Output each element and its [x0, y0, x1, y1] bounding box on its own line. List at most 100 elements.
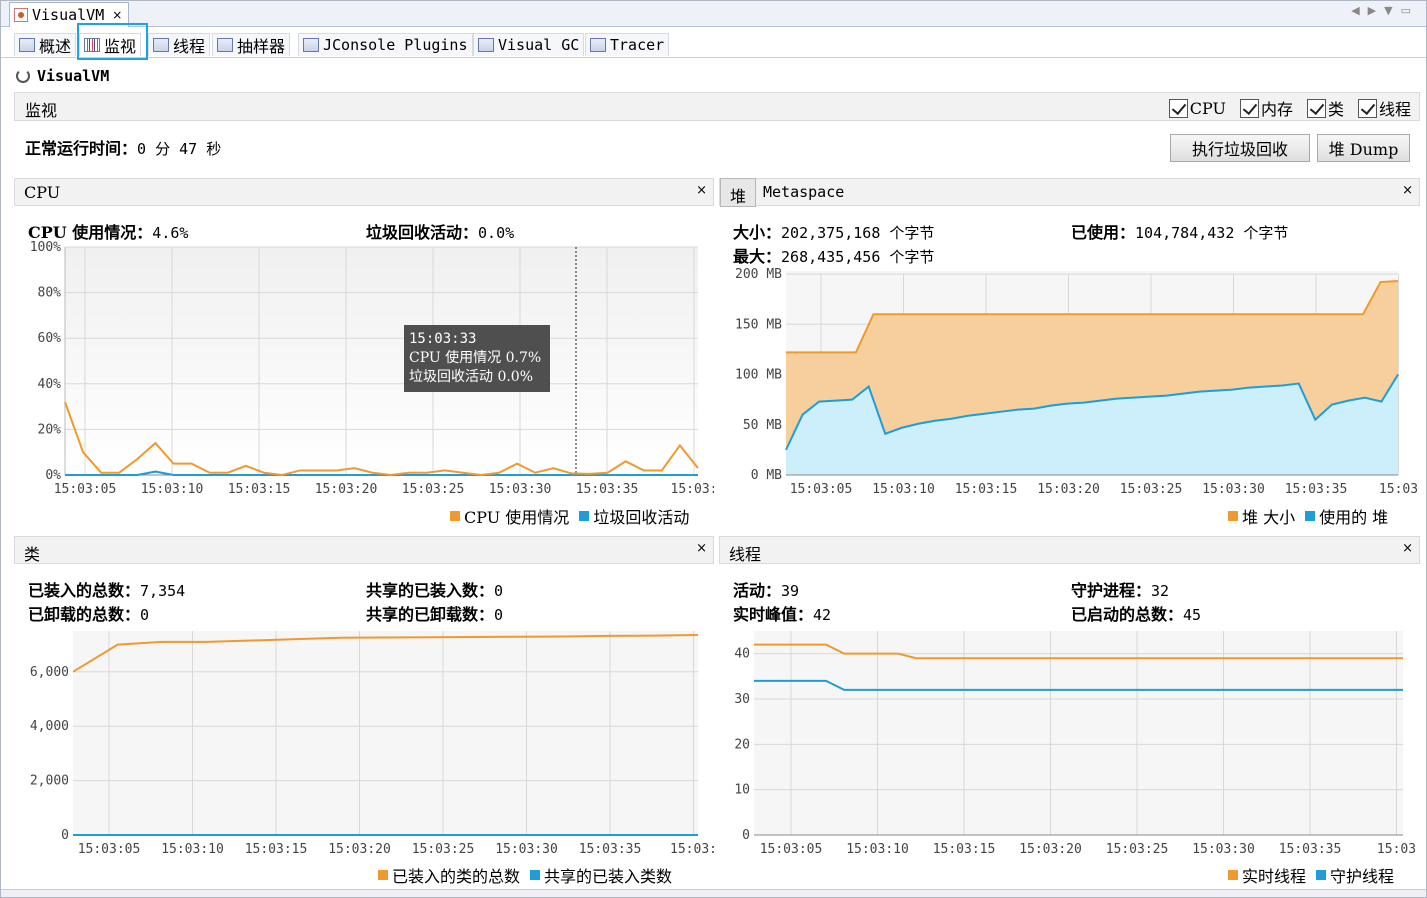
checkbox-cpu[interactable]: CPU	[1168, 96, 1226, 120]
cpu-x-tick-labels: 15:03:05 15:03:10 15:03:15 15:03:20 15:03:25…	[54, 482, 714, 497]
y-tick-label: 0	[61, 828, 69, 843]
tooltip-cpu-line: CPU 使用情况 0.7%	[409, 350, 542, 366]
classes-shared-unloaded-stat: 共享的已卸载数：0	[366, 601, 503, 625]
cpu-y-tick-labels: 0% 20% 40% 60% 80% 100%	[30, 240, 61, 483]
x-tick-label: 15:03:05	[790, 482, 853, 497]
y-tick-label: 100 MB	[735, 368, 782, 383]
x-tick-label: 15:03:20	[328, 842, 391, 857]
sampler-icon	[217, 38, 233, 52]
checkmark-icon	[1239, 98, 1259, 118]
stat-value: 42	[813, 606, 832, 624]
stat-label: 大小：	[733, 223, 782, 242]
heap-legend: 堆 大小 使用的 堆	[1218, 504, 1388, 528]
threads-started-stat: 已启动的总数：45	[1071, 601, 1201, 625]
cpu-tooltip: 15:03:33 CPU 使用情况 0.7% 垃圾回收活动 0.0%	[404, 325, 550, 392]
checkmark-icon	[1357, 98, 1377, 118]
heap-used-stat: 已使用：104,784,432 个字节	[1071, 219, 1288, 243]
x-tick-label: 15:03:20	[1019, 842, 1082, 857]
perform-gc-button[interactable]: 执行垃圾回收	[1170, 134, 1310, 162]
legend-swatch	[450, 511, 460, 521]
tooltip-time: 15:03:33	[409, 331, 477, 347]
checkbox-memory[interactable]: 内存	[1239, 96, 1293, 120]
threads-chart: 010203040 15:03:05 15:03:10 15:03:15 15:03:…	[734, 631, 1416, 857]
heap-tab[interactable]: 堆	[720, 178, 756, 207]
classes-x-tick-labels: 15:03:05 15:03:10 15:03:15 15:03:20 15:03:25…	[78, 842, 714, 857]
x-tick-label: 15:03:35	[1285, 482, 1348, 497]
monitor-header-bar: 监视 CPU 内存 类 线程	[14, 92, 1420, 121]
x-tick-label: 15:03:05	[54, 482, 117, 497]
tab-jconsole-plugins[interactable]: JConsole Plugins	[298, 33, 473, 56]
x-tick-label: 15:03:15	[955, 482, 1018, 497]
legend-label: 守护线程	[1330, 867, 1395, 886]
close-icon[interactable]: ×	[1402, 183, 1413, 198]
threads-panel-title: 线程	[729, 545, 762, 564]
tab-label: JConsole Plugins	[323, 36, 468, 54]
threads-panel-header: 线程 ×	[719, 536, 1420, 564]
classes-shared-loaded-stat: 共享的已装入数：0	[366, 577, 503, 601]
cpu-legend: CPU 使用情况 垃圾回收活动	[440, 504, 689, 528]
legend-label: 使用的 堆	[1319, 508, 1389, 527]
close-icon[interactable]: ×	[696, 541, 707, 556]
classes-chart: 02,0004,0006,000 15:03:05 15:03:10 15:03:1…	[30, 631, 714, 857]
legend-live-threads: 实时线程	[1228, 863, 1306, 887]
checkbox-threads[interactable]: 线程	[1357, 96, 1411, 120]
y-tick-label: 0 MB	[751, 468, 782, 483]
uptime-label: 正常运行时间：	[25, 139, 138, 158]
y-tick-label: 0%	[45, 468, 61, 483]
cpu-plot-area	[65, 247, 698, 475]
tab-monitor[interactable]: 监视	[79, 33, 142, 56]
threads-peak-stat: 实时峰值：42	[733, 601, 831, 625]
monitor-checkboxes: CPU 内存 类 线程	[1155, 96, 1411, 120]
tab-label: 概述	[39, 37, 72, 56]
metaspace-tab[interactable]: Metaspace	[763, 183, 844, 201]
legend-shared-classes: 共享的已装入类数	[530, 863, 672, 887]
classes-unloaded-stat: 已卸载的总数：0	[28, 601, 149, 625]
x-tick-label: 15:03:05	[760, 842, 823, 857]
tab-sampler[interactable]: 抽样器	[212, 33, 291, 56]
classes-legend: 已装入的类的总数 共享的已装入类数	[368, 863, 672, 887]
y-tick-label: 0	[742, 828, 750, 843]
threads-legend: 实时线程 守护线程	[1218, 863, 1394, 887]
legend-swatch	[378, 870, 388, 880]
document-tab[interactable]: VisualVM ×	[9, 2, 129, 27]
tracer-icon	[590, 38, 606, 52]
tab-navigation-arrows[interactable]: ◀▶▼▭	[1351, 4, 1419, 17]
legend-heap-used: 使用的 堆	[1305, 504, 1388, 528]
y-tick-label: 6,000	[30, 665, 69, 680]
legend-label: 垃圾回收活动	[593, 508, 690, 527]
threads-y-tick-labels: 0 10 20 30 40	[734, 647, 750, 843]
classes-y-tick-labels: 0 2,000 4,000 6,000	[30, 665, 69, 843]
application-heading: VisualVM	[16, 67, 109, 85]
x-tick-label: 15:03:10	[872, 482, 935, 497]
heap-size-stat: 大小：202,375,168 个字节	[733, 219, 934, 243]
cpu-panel-header: CPU ×	[14, 178, 714, 206]
close-icon[interactable]: ×	[696, 183, 707, 198]
stat-label: 最大：	[733, 247, 782, 266]
heap-x-tick-labels: 15:03:05 15:03:10 15:03:15 15:03:20 15:03:25…	[790, 482, 1418, 497]
x-tick-label: 15:03:30	[1192, 842, 1255, 857]
y-tick-label: 40	[734, 647, 750, 662]
tab-overview[interactable]: 概述	[14, 33, 77, 56]
heap-dump-button[interactable]: 堆 Dump	[1317, 134, 1410, 162]
close-icon[interactable]: ×	[112, 8, 122, 22]
tab-tracer[interactable]: Tracer	[585, 33, 670, 56]
stat-value: 7,354	[140, 582, 186, 600]
threads-daemon-stat: 守护进程：32	[1071, 577, 1169, 601]
tab-label: Visual GC	[498, 36, 580, 54]
heap-max-stat: 最大：268,435,456 个字节	[733, 243, 934, 267]
x-tick-label: 15:03:30	[495, 842, 558, 857]
checkbox-classes[interactable]: 类	[1306, 96, 1344, 120]
heap-y-tick-labels: 0 MB 50 MB 100 MB 150 MB 200 MB	[735, 267, 782, 483]
stat-value: 0	[494, 606, 504, 624]
threads-live-stat: 活动：39	[733, 577, 799, 601]
close-icon[interactable]: ×	[1402, 541, 1413, 556]
tab-threads[interactable]: 线程	[148, 33, 211, 56]
y-tick-label: 50 MB	[743, 418, 782, 433]
tab-visual-gc[interactable]: Visual GC	[473, 33, 585, 56]
x-tick-label: 15:03:10	[161, 842, 224, 857]
legend-swatch	[579, 511, 590, 521]
y-tick-label: 60%	[38, 331, 62, 346]
uptime-value: 0 分 47 秒	[137, 140, 222, 158]
stat-label: 活动：	[733, 581, 782, 600]
legend-label: 共享的已装入类数	[544, 867, 673, 886]
